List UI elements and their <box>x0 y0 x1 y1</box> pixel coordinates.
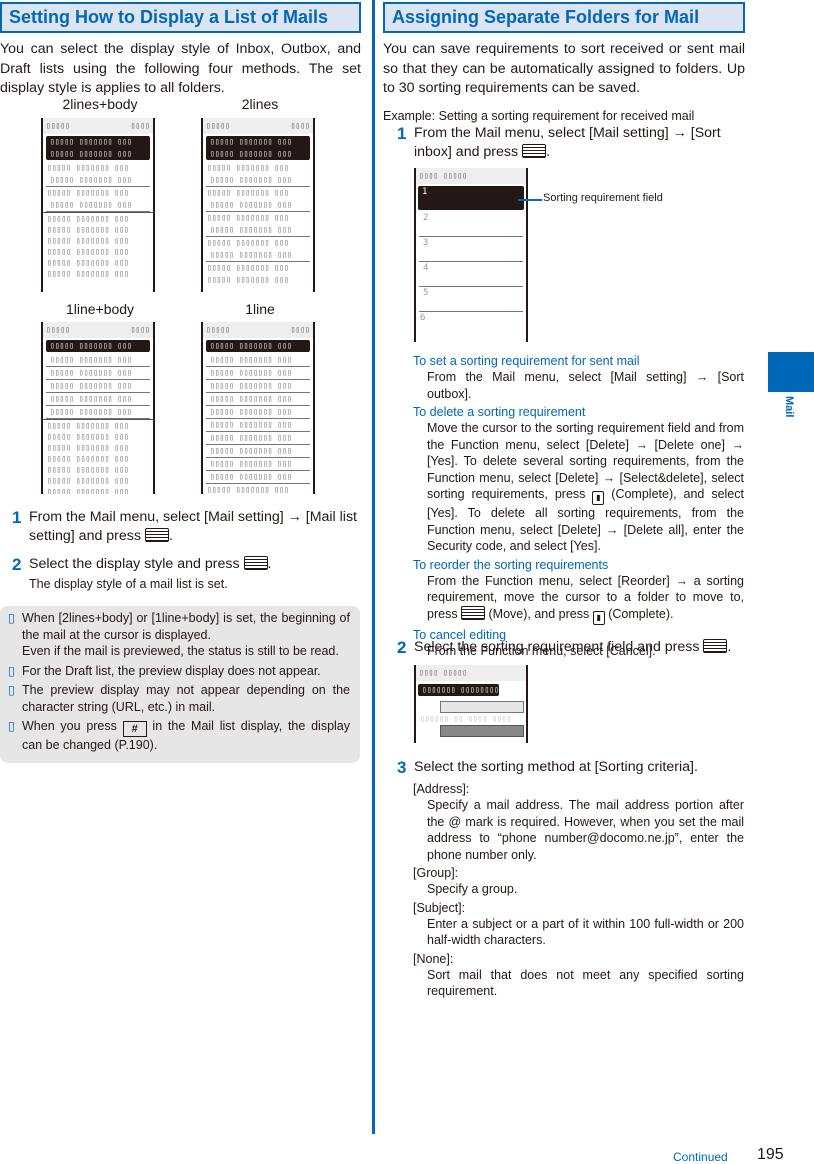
screenshot-sorting-criteria: ▯▯▯▯ ▯▯▯▯▯ ▯▯▯▯▯▯▯ ▯▯▯▯▯▯▯▯ ▯▯▯▯▯▯ ▯▯ ▯▯… <box>414 665 528 743</box>
sub-sections: To set a sorting requirement for sent ma… <box>413 354 744 658</box>
selected-mail-item: ▯▯▯▯▯ ▯▯▯▯▯▯▯ ▯▯▯ ▯▯▯▯▯ ▯▯▯▯▯▯▯ ▯▯▯ <box>206 136 310 160</box>
screen-label-1line-body: 1line+body <box>65 301 135 317</box>
sorting-criteria-input[interactable] <box>440 701 524 713</box>
mail-preview: ▯▯▯▯▯ ▯▯▯▯▯▯▯ ▯▯▯ ▯▯▯▯▯ ▯▯▯▯▯▯▯ ▯▯▯ ▯▯▯▯… <box>43 212 153 279</box>
note-item: ▯ When you press # in the Mail list displ… <box>8 719 351 752</box>
selected-mail-item: ▯▯▯▯▯ ▯▯▯▯▯▯▯ ▯▯▯ <box>46 340 150 352</box>
criteria-name: [Group]: <box>413 866 459 880</box>
continued-label: Continued <box>673 1150 728 1164</box>
column-divider <box>372 0 375 1134</box>
step-1-mail-list-setting: 1 From the Mail menu, select [Mail setti… <box>12 508 357 544</box>
sorting-requirement-field: 5 <box>419 287 523 312</box>
chapter-tab <box>768 352 814 392</box>
criteria-name: [Address]: <box>413 782 470 796</box>
sorting-requirement-field: 3 <box>419 237 523 262</box>
left-column: Setting How to Display a List of Mails Y… <box>0 0 361 99</box>
folder-select-input[interactable] <box>440 725 524 737</box>
screenshot-2lines: ▯▯▯▯▯ ▯▯▯▯ ▯▯▯▯▯ ▯▯▯▯▯▯▯ ▯▯▯ ▯▯▯▯▯ ▯▯▯▯▯▯… <box>201 118 315 292</box>
mail-preview: ▯▯▯▯▯ ▯▯▯▯▯▯▯ ▯▯▯ ▯▯▯▯▯ ▯▯▯▯▯▯▯ ▯▯▯ ▯▯▯▯… <box>43 419 153 494</box>
sorting-requirement-field: 2 <box>419 212 523 237</box>
complete-key-icon: ▮ <box>592 610 605 625</box>
screen-label-2lines-body: 2lines+body <box>62 96 138 112</box>
page-number: 195 <box>757 1146 784 1163</box>
note-item: ▯ For the Draft list, the preview display… <box>8 663 321 678</box>
selected-mail-item: ▯▯▯▯▯ ▯▯▯▯▯▯▯ ▯▯▯ <box>206 340 310 352</box>
callout-line <box>518 199 542 201</box>
menu-key-icon <box>522 144 547 158</box>
step-2-select-field: 2 Select the sorting requirement field a… <box>397 638 732 657</box>
screenshot-sort-inbox: ▯▯▯▯ ▯▯▯▯▯ 1 2 3 4 5 6 <box>414 168 528 342</box>
section-title-assign-folders: Assigning Separate Folders for Mail <box>383 2 745 33</box>
step-2-select-display-style: 2 Select the display style and press . T… <box>12 555 272 591</box>
right-column: Assigning Separate Folders for Mail You … <box>383 0 745 123</box>
sub-heading: To delete a sorting requirement <box>413 405 586 419</box>
menu-key-icon <box>461 605 486 620</box>
section-title-display-list: Setting How to Display a List of Mails <box>0 2 361 33</box>
hash-key-icon: # <box>122 721 147 737</box>
screenshot-1line: ▯▯▯▯▯ ▯▯▯▯ ▯▯▯▯▯ ▯▯▯▯▯▯▯ ▯▯▯ ▯▯▯▯▯ ▯▯▯▯▯▯… <box>201 322 315 494</box>
step-3-select-method: 3 Select the sorting method at [Sorting … <box>397 758 698 777</box>
step-1-sort-inbox: 1 From the Mail menu, select [Mail setti… <box>397 124 721 160</box>
menu-key-icon <box>703 639 728 653</box>
menu-key-icon <box>144 528 169 542</box>
intro-assign-folders: You can save requirements to sort receiv… <box>383 41 745 96</box>
screenshot-1line-body: ▯▯▯▯▯ ▯▯▯▯ ▯▯▯▯▯ ▯▯▯▯▯▯▯ ▯▯▯ ▯▯▯▯▯ ▯▯▯▯▯▯… <box>41 322 155 494</box>
sub-heading: To reorder the sorting requirements <box>413 557 609 572</box>
menu-key-icon <box>243 556 268 570</box>
sub-heading: To set a sorting requirement for sent ma… <box>413 354 640 368</box>
sorting-requirement-field: 6 <box>420 313 426 323</box>
example-label: Example: Setting a sorting requirement f… <box>383 108 695 123</box>
chapter-tab-label: Mail <box>783 396 795 418</box>
callout-label: Sorting requirement field <box>543 192 663 204</box>
criteria-name: [Subject]: <box>413 900 466 915</box>
sorting-requirement-field: 4 <box>419 262 523 287</box>
note-item: ▯ When [2lines+body] or [1line+body] is s… <box>8 611 350 658</box>
complete-key-icon: ▮ <box>592 491 605 505</box>
sorting-requirement-field-selected: 1 <box>418 186 524 210</box>
criteria-name: [None]: <box>413 951 454 966</box>
screen-label-1line: 1line <box>245 301 275 317</box>
note-item: ▯ The preview display may not appear depe… <box>8 683 350 714</box>
screen-label-2lines: 2lines <box>241 96 279 112</box>
screenshot-2lines-body: ▯▯▯▯▯ ▯▯▯▯ ▯▯▯▯▯ ▯▯▯▯▯▯▯ ▯▯▯ ▯▯▯▯▯ ▯▯▯▯▯▯… <box>41 118 155 292</box>
selected-mail-item: ▯▯▯▯▯ ▯▯▯▯▯▯▯ ▯▯▯ ▯▯▯▯▯ ▯▯▯▯▯▯▯ ▯▯▯ <box>46 136 150 160</box>
criteria-list: [Address]: Specify a mail address. The m… <box>413 782 744 998</box>
notes-box: ▯ When [2lines+body] or [1line+body] is s… <box>0 606 360 763</box>
intro-display-list: You can select the display style of Inbo… <box>0 41 361 96</box>
